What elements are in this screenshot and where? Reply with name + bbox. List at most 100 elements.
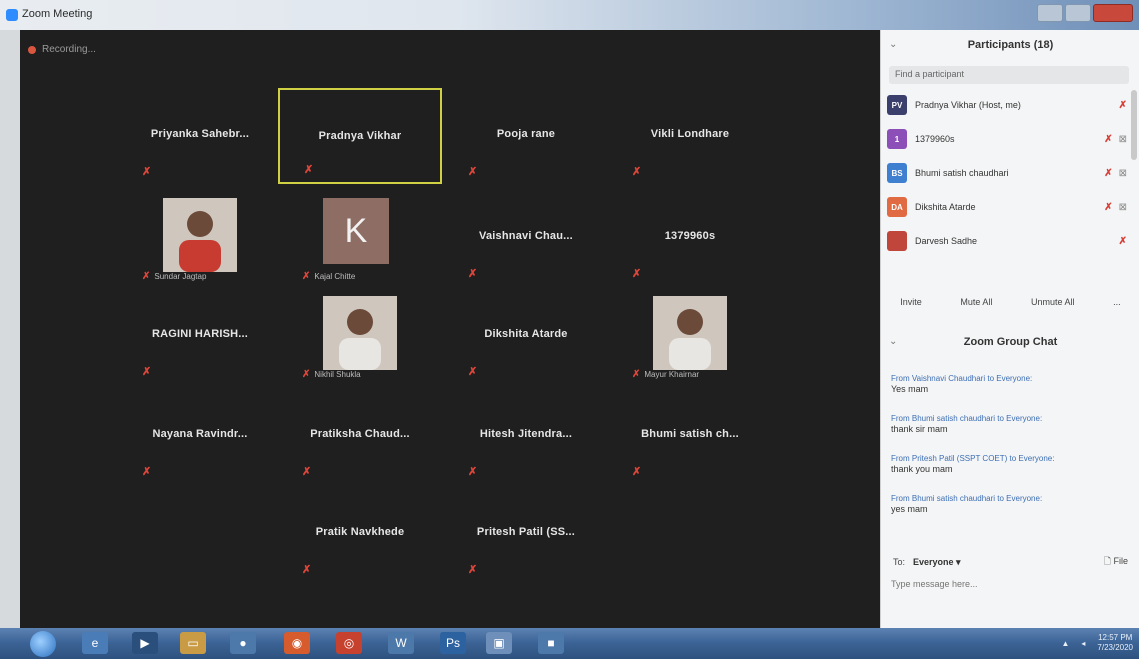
chat-message-input[interactable] (891, 575, 1127, 593)
start-button[interactable] (30, 631, 56, 657)
participant-tile[interactable]: Pratik Navkhede ✗ (278, 486, 442, 582)
find-participant-input[interactable]: Find a participant (889, 66, 1129, 84)
close-button[interactable] (1093, 4, 1133, 22)
app-icon[interactable]: ● (230, 632, 256, 654)
chat-sender: From Bhumi satish chaudhari to Everyone: (891, 494, 1043, 503)
participant-name: Vikli Londhare (650, 128, 730, 140)
participant-avatar: PV (887, 95, 907, 115)
word-icon[interactable]: W (388, 632, 414, 654)
chrome-icon[interactable]: ◎ (336, 632, 362, 654)
chat-sender: From Vaishnavi Chaudhari to Everyone: (891, 374, 1033, 383)
chat-sender: From Bhumi satish chaudhari to Everyone: (891, 414, 1043, 423)
participant-tile[interactable]: K ✗ Kajal Chitte (278, 190, 442, 286)
screen: Zoom Meeting Recording... Priyanka Saheb… (0, 0, 1139, 659)
video-off-icon[interactable]: ⊠ (1119, 168, 1127, 179)
video-taskbar-icon[interactable]: ■ (538, 632, 564, 654)
muted-mic-icon: ✗ (632, 466, 642, 478)
more-button[interactable]: ... (1113, 297, 1121, 307)
mute-all-button[interactable]: Mute All (960, 297, 992, 307)
participant-tile[interactable]: Vaishnavi Chau... ✗ (444, 190, 608, 286)
participants-header: ⌄ Participants (18) (881, 30, 1139, 60)
participant-tile[interactable]: ✗ Nikhil Shukla (278, 288, 442, 384)
participant-status-icons: ✗ (1119, 100, 1127, 111)
person-photo-icon (653, 296, 727, 370)
muted-mic-icon[interactable]: ✗ (1104, 168, 1112, 179)
chat-message: From Bhumi satish chaudhari to Everyone:… (891, 414, 1126, 434)
participant-row[interactable]: DA Dikshita Atarde ✗ ⊠ (887, 194, 1127, 220)
network-icon[interactable]: ▲ (1061, 639, 1069, 648)
invite-button[interactable]: Invite (900, 297, 922, 307)
minimize-button[interactable] (1037, 4, 1063, 22)
chat-message: From Bhumi satish chaudhari to Everyone:… (891, 494, 1126, 514)
chat-message: From Pritesh Patil (SSPT COET) to Everyo… (891, 454, 1126, 474)
muted-mic-icon: ✗ (302, 369, 311, 380)
window-title: Zoom Meeting (22, 8, 93, 20)
muted-mic-icon: ✗ (468, 564, 478, 576)
video-off-icon[interactable]: ⊠ (1119, 202, 1127, 213)
muted-mic-icon: ✗ (468, 268, 478, 280)
muted-mic-icon: ✗ (632, 369, 641, 380)
photoshop-icon[interactable]: Ps (440, 632, 466, 654)
muted-mic-icon[interactable]: ✗ (1104, 134, 1112, 145)
avatar: K (323, 198, 397, 272)
participant-name: Nikhil Shukla (314, 370, 361, 379)
file-button[interactable]: 🗋 File (1104, 554, 1128, 570)
participant-video-photo (163, 198, 237, 272)
participant-name: Bhumi satish ch... (641, 428, 739, 440)
participant-actions: Invite Mute All Unmute All ... (881, 292, 1139, 312)
participant-tile[interactable]: Bhumi satish ch... ✗ (608, 388, 772, 484)
participant-name: Nayana Ravindr... (152, 428, 248, 440)
firefox-icon[interactable]: ◉ (284, 632, 310, 654)
participant-name: Dikshita Atarde (484, 328, 568, 340)
participant-status-icons: ✗ ⊠ (1104, 168, 1127, 179)
participant-tile[interactable]: 1379960s ✗ (608, 190, 772, 286)
participant-avatar (887, 231, 907, 251)
muted-mic-icon: ✗ (468, 166, 478, 178)
ie-icon[interactable]: e (82, 632, 108, 654)
participant-tile[interactable]: Hitesh Jitendra... ✗ (444, 388, 608, 484)
video-off-icon[interactable]: ⊠ (1119, 134, 1127, 145)
participant-caption: ✗ Kajal Chitte (302, 271, 355, 282)
zoom-taskbar-icon[interactable]: ▣ (486, 632, 512, 654)
unmute-all-button[interactable]: Unmute All (1031, 297, 1075, 307)
volume-icon[interactable]: ◂ (1081, 639, 1085, 648)
chat-message: From Vaishnavi Chaudhari to Everyone: Yes… (891, 374, 1126, 394)
chat-header: ⌄ Zoom Group Chat (881, 330, 1139, 354)
participants-title: Participants (18) (967, 39, 1054, 51)
participant-tile[interactable]: Pradnya Vikhar ✗ (278, 88, 442, 184)
participant-tile[interactable]: Priyanka Sahebr... ✗ (118, 88, 282, 184)
participant-row[interactable]: PV Pradnya Vikhar (Host, me) ✗ (887, 92, 1127, 118)
participant-status-icons: ✗ ⊠ (1104, 202, 1127, 213)
participant-tile[interactable]: RAGINI HARISH... ✗ (118, 288, 282, 384)
maximize-button[interactable] (1065, 4, 1091, 22)
clock-time: 12:57 PM (1098, 633, 1133, 642)
participant-tile[interactable]: ✗ Sundar Jagtap (118, 190, 282, 286)
participant-tile[interactable]: Pritesh Patil (SS... ✗ (444, 486, 608, 582)
participant-scrollbar[interactable] (1131, 90, 1137, 160)
participant-name: Pritesh Patil (SS... (476, 526, 576, 538)
clock[interactable]: 12:57 PM 7/23/2020 (1097, 633, 1133, 653)
chat-recipient-row: To: Everyone ▾ 🗋 File (893, 554, 1128, 570)
folder-icon[interactable]: ▭ (180, 632, 206, 654)
muted-mic-icon[interactable]: ✗ (1104, 202, 1112, 213)
participant-row[interactable]: 1 1379960s ✗ ⊠ (887, 126, 1127, 152)
muted-mic-icon: ✗ (142, 366, 152, 378)
muted-mic-icon[interactable]: ✗ (1119, 100, 1127, 111)
muted-mic-icon[interactable]: ✗ (1119, 236, 1127, 247)
media-player-icon[interactable]: ▶ (132, 632, 158, 654)
participant-tile[interactable]: Vikli Londhare ✗ (608, 88, 772, 184)
participant-row[interactable]: BS Bhumi satish chaudhari ✗ ⊠ (887, 160, 1127, 186)
participant-tile[interactable]: ✗ Mayur Khairnar (608, 288, 772, 384)
participant-tile[interactable]: Nayana Ravindr... ✗ (118, 388, 282, 484)
recipient-dropdown[interactable]: Everyone ▾ (913, 557, 961, 568)
chat-text: yes mam (891, 504, 928, 514)
participant-row[interactable]: Darvesh Sadhe ✗ (887, 228, 1127, 254)
participant-name: RAGINI HARISH... (151, 328, 249, 340)
participant-tile[interactable]: Pooja rane ✗ (444, 88, 608, 184)
participant-tile[interactable]: Dikshita Atarde ✗ (444, 288, 608, 384)
recording-indicator[interactable]: Recording... (28, 44, 96, 55)
participant-status-icons: ✗ (1119, 236, 1127, 247)
participant-avatar: 1 (887, 129, 907, 149)
participant-video-photo (323, 296, 397, 370)
participant-tile[interactable]: Pratiksha Chaud... ✗ (278, 388, 442, 484)
